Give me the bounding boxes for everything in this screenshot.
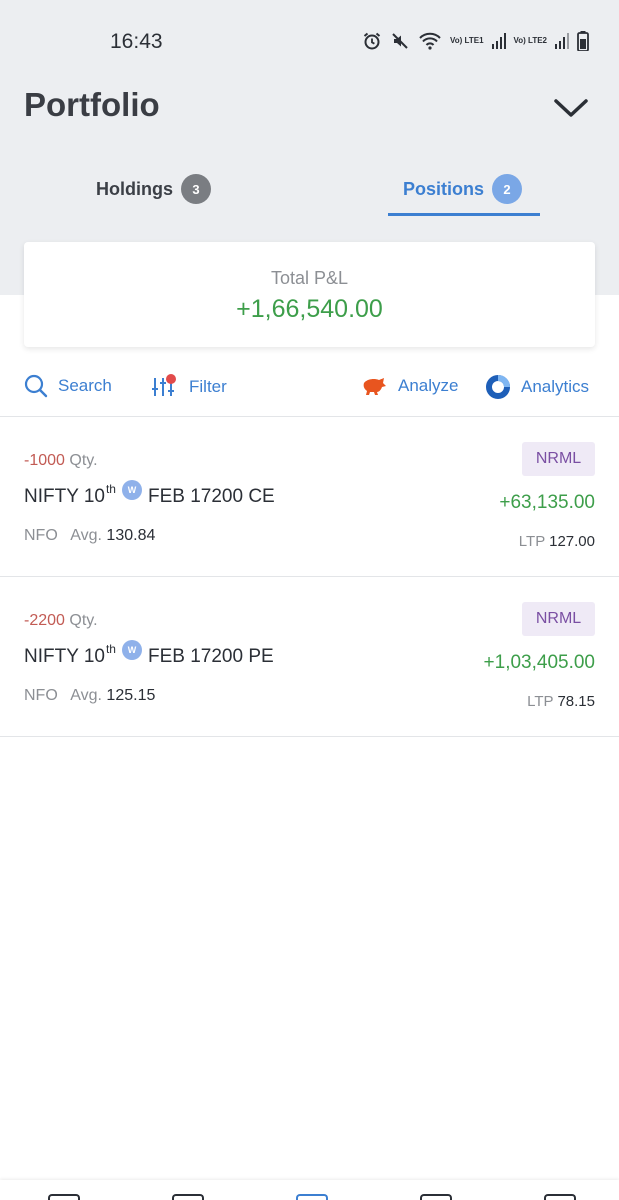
tab-holdings-label: Holdings: [96, 178, 173, 199]
qty-value: -2200: [24, 612, 65, 629]
position-ltp: LTP 127.00: [519, 533, 595, 550]
avg-value: 125.15: [106, 687, 156, 704]
symbol-name: NIFTY 10: [24, 486, 105, 507]
position-qty: -2200 Qty.: [24, 612, 98, 630]
positions-count-badge: 2: [492, 174, 523, 204]
total-pnl-label: Total P&L: [270, 268, 349, 288]
position-row[interactable]: -1000 Qty. NIFTY 10th W FEB 17200 CE NFO…: [0, 418, 619, 577]
ltp-value: 78.15: [557, 693, 595, 710]
wifi-icon: [418, 31, 442, 51]
exchange-label: NFO: [24, 687, 58, 704]
avg-label: Avg.: [70, 687, 102, 704]
total-pnl-card: Total P&L +1,66,540.00: [24, 242, 595, 347]
qty-value: -1000: [24, 452, 65, 469]
sim1-label: Vo) LTE1: [450, 36, 484, 45]
status-icons: Vo) LTE1 Vo) LTE2: [362, 31, 589, 51]
qty-label: Qty.: [69, 612, 98, 629]
nav-orders-icon[interactable]: [172, 1194, 204, 1200]
product-badge: NRML: [522, 442, 595, 476]
portfolio-tabs: Holdings 3 Positions 2: [0, 160, 619, 220]
position-ltp: LTP 78.15: [527, 693, 595, 710]
tab-positions[interactable]: Positions 2: [403, 160, 523, 218]
ltp-label: LTP: [527, 693, 554, 710]
chevron-down-icon[interactable]: [553, 94, 589, 122]
analyze-button[interactable]: Analyze: [362, 374, 458, 398]
qty-label: Qty.: [69, 452, 98, 469]
holdings-count-badge: 3: [181, 174, 211, 204]
position-pnl: +63,135.00: [499, 492, 595, 513]
analytics-ring-icon: [486, 375, 510, 399]
analytics-label: Analytics: [521, 377, 590, 396]
position-qty: -1000 Qty.: [24, 452, 98, 470]
filter-button[interactable]: Filter: [151, 374, 227, 400]
position-row[interactable]: -2200 Qty. NIFTY 10th W FEB 17200 PE NFO…: [0, 578, 619, 737]
symbol-contract: FEB 17200 CE: [147, 486, 275, 507]
position-pnl: +1,03,405.00: [483, 652, 595, 673]
position-symbol: NIFTY 10th W FEB 17200 CE: [24, 480, 275, 508]
analyze-label: Analyze: [398, 376, 459, 395]
symbol-ordinal: th: [105, 642, 116, 656]
weekly-badge: W: [121, 640, 142, 660]
search-icon: [24, 374, 48, 398]
symbol-contract: FEB 17200 PE: [147, 646, 274, 667]
symbol-ordinal: th: [105, 482, 116, 496]
nav-watchlist-icon[interactable]: [48, 1194, 80, 1200]
portfolio-screen: 16:43 Vo) LTE1 Vo) LTE2 Portfolio Holdin…: [0, 0, 619, 1200]
nav-tools-icon[interactable]: [420, 1194, 452, 1200]
status-bar: 16:43 Vo) LTE1 Vo) LTE2: [0, 0, 619, 80]
position-symbol: NIFTY 10th W FEB 17200 PE: [24, 640, 274, 668]
search-button[interactable]: Search: [24, 374, 112, 398]
active-tab-indicator: [388, 213, 540, 216]
battery-icon: [577, 31, 589, 51]
ltp-label: LTP: [518, 533, 545, 550]
ltp-value: 127.00: [549, 533, 595, 550]
signal-icon-2: [555, 33, 569, 49]
positions-toolbar: Search Filter Analyze Analytics: [0, 360, 619, 417]
nav-account-icon[interactable]: [544, 1194, 576, 1200]
filter-label: Filter: [189, 377, 227, 396]
position-meta: NFO Avg. 130.84: [24, 527, 155, 545]
analytics-button[interactable]: Analytics: [485, 374, 589, 400]
position-meta: NFO Avg. 125.15: [24, 687, 155, 705]
mute-icon: [390, 31, 410, 51]
page-title: Portfolio: [24, 86, 160, 123]
filter-icon: [152, 374, 176, 396]
bottom-navigation: [0, 1180, 619, 1200]
tab-holdings[interactable]: Holdings 3: [96, 160, 211, 218]
bull-icon: [363, 378, 386, 395]
exchange-label: NFO: [24, 527, 58, 544]
sim2-label: Vo) LTE2: [513, 36, 547, 45]
symbol-name: NIFTY 10: [24, 646, 105, 667]
product-badge: NRML: [522, 602, 595, 636]
avg-label: Avg.: [70, 527, 102, 544]
tab-positions-label: Positions: [403, 178, 485, 199]
avg-value: 130.84: [106, 527, 156, 544]
weekly-badge: W: [121, 480, 142, 500]
signal-icon-1: [491, 33, 506, 49]
nav-portfolio-icon[interactable]: [296, 1194, 328, 1200]
status-time: 16:43: [110, 30, 163, 53]
total-pnl-value: +1,66,540.00: [236, 295, 383, 323]
search-label: Search: [58, 376, 112, 395]
alarm-icon: [362, 31, 382, 51]
